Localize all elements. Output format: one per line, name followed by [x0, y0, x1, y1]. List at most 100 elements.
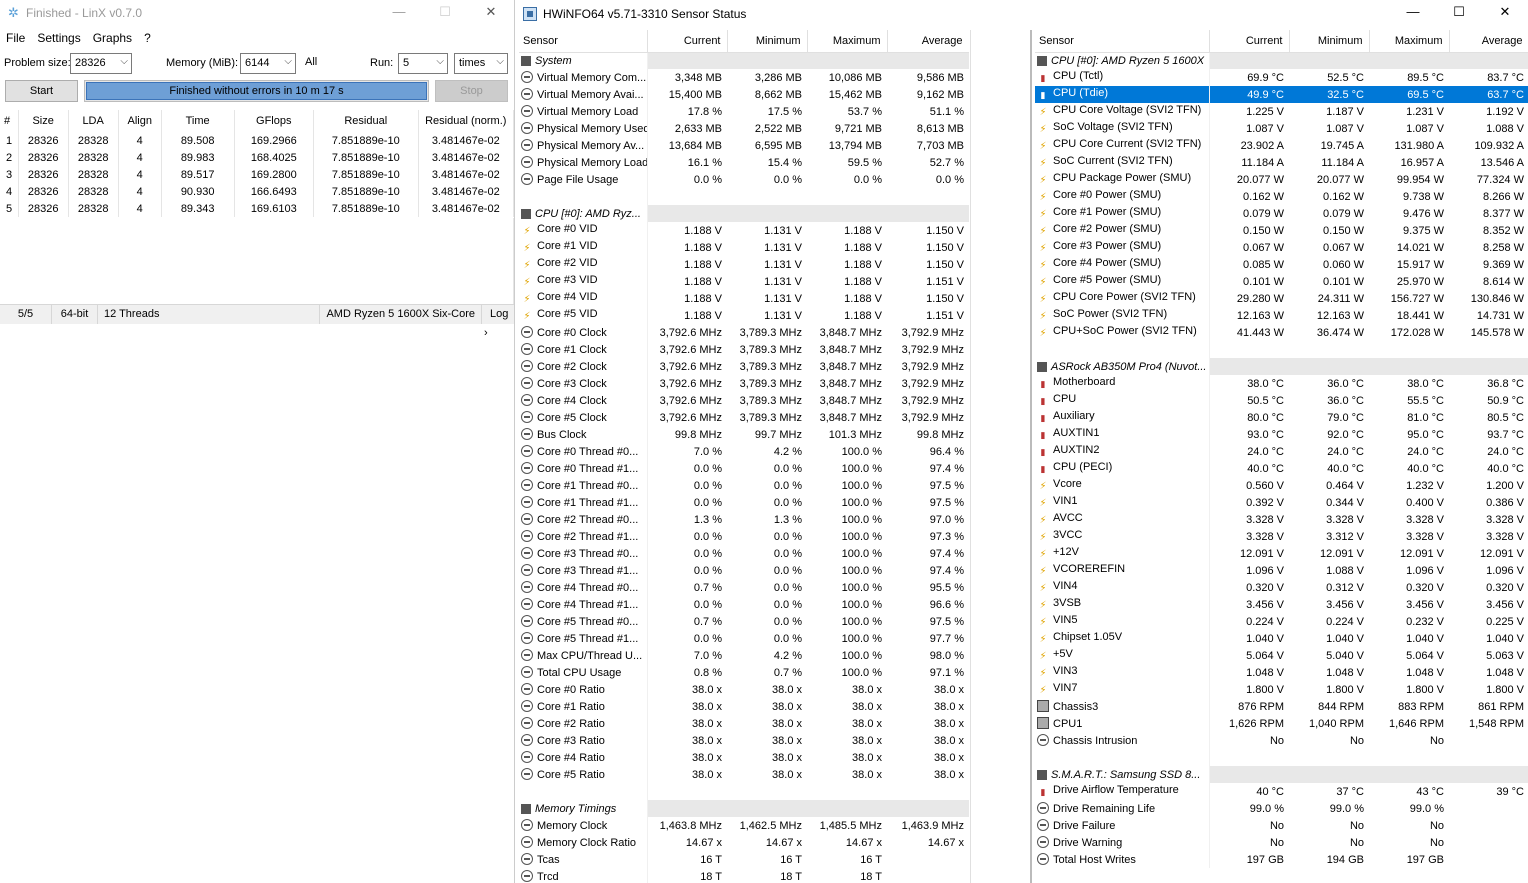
sensor-row[interactable]: Total CPU Usage 0.8 % 0.7 % 100.0 % 97.1 %: [519, 664, 969, 681]
sensor-row[interactable]: ⚡ VIN4 0.320 V 0.312 V 0.320 V 0.320 V: [1035, 579, 1528, 596]
sensor-group[interactable]: ASRock AB350M Pro4 (Nuvot...: [1035, 358, 1528, 375]
sensor-row[interactable]: Chassis3 876 RPM 844 RPM 883 RPM 861 RPM: [1035, 698, 1528, 715]
sensor-row[interactable]: Core #5 Thread #0... 0.7 % 0.0 % 100.0 % 97.…: [519, 613, 969, 630]
sensor-row[interactable]: Core #0 Thread #0... 7.0 % 4.2 % 100.0 % 96.…: [519, 443, 969, 460]
table-row[interactable]: 1 28326 28328 4 89.508 169.2966 7.851889e-10 3.…: [0, 132, 515, 149]
col-gflops[interactable]: GFlops: [234, 110, 315, 132]
sensor-row[interactable]: Trcd 18 T 18 T 18 T: [519, 868, 969, 883]
sensor-row[interactable]: Core #4 Thread #1... 0.0 % 0.0 % 100.0 % 96.…: [519, 596, 969, 613]
sensor-row[interactable]: Max CPU/Thread U... 7.0 % 4.2 % 100.0 % 98.0…: [519, 647, 969, 664]
sensor-row[interactable]: Core #1 Ratio 38.0 x 38.0 x 38.0 x 38.0 x: [519, 698, 969, 715]
sensor-group[interactable]: System: [519, 52, 969, 69]
run-combo[interactable]: 5 ⌵: [398, 53, 448, 74]
sensor-row[interactable]: ⚡ SoC Voltage (SVI2 TFN) 1.087 V 1.087 V 1.0…: [1035, 120, 1528, 137]
sensor-row[interactable]: ▮ Drive Airflow Temperature 40 °C 37 °C 43 °…: [1035, 783, 1528, 800]
sensor-row[interactable]: Core #3 Clock 3,792.6 MHz 3,789.3 MHz 3,848…: [519, 375, 969, 392]
sensor-row[interactable]: Bus Clock 99.8 MHz 99.7 MHz 101.3 MHz 99.8 M…: [519, 426, 969, 443]
menu-help[interactable]: ?: [144, 28, 151, 48]
sensor-row[interactable]: ▮ Motherboard 38.0 °C 36.0 °C 38.0 °C 36.8 °C: [1035, 375, 1528, 392]
menu-graphs[interactable]: Graphs: [93, 28, 132, 48]
sensor-row[interactable]: Drive Remaining Life 99.0 % 99.0 % 99.0 %: [1035, 800, 1528, 817]
sensor-row[interactable]: ▮ CPU (Tctl) 69.9 °C 52.5 °C 89.5 °C 83.7 °C: [1035, 69, 1528, 86]
col-sensor[interactable]: Sensor: [519, 30, 648, 53]
col-residual[interactable]: Residual: [313, 110, 419, 132]
sensor-row[interactable]: Core #2 Clock 3,792.6 MHz 3,789.3 MHz 3,848…: [519, 358, 969, 375]
sensor-row[interactable]: ▮ AUXTIN1 93.0 °C 92.0 °C 95.0 °C 93.7 °C: [1035, 426, 1528, 443]
sensor-row[interactable]: Core #5 Clock 3,792.6 MHz 3,789.3 MHz 3,848…: [519, 409, 969, 426]
memory-combo[interactable]: 6144 ⌵: [240, 53, 296, 74]
sensor-group[interactable]: S.M.A.R.T.: Samsung SSD 8...: [1035, 766, 1528, 783]
sensor-row[interactable]: Core #1 Thread #1... 0.0 % 0.0 % 100.0 % 97.…: [519, 494, 969, 511]
sensor-row[interactable]: Drive Warning No No No: [1035, 834, 1528, 851]
col-size[interactable]: Size: [18, 110, 69, 132]
sensor-row[interactable]: ⚡ AVCC 3.328 V 3.328 V 3.328 V 3.328 V: [1035, 511, 1528, 528]
sensor-row[interactable]: ⚡ SoC Power (SVI2 TFN) 12.163 W 12.163 W 18.…: [1035, 307, 1528, 324]
sensor-row[interactable]: ⚡ Vcore 0.560 V 0.464 V 1.232 V 1.200 V: [1035, 477, 1528, 494]
sensor-group[interactable]: CPU [#0]: AMD Ryzen 5 1600X: [1035, 52, 1528, 69]
minimize-icon[interactable]: —: [1390, 0, 1436, 26]
log-button[interactable]: Log ›: [482, 305, 516, 339]
sensor-row[interactable]: Core #2 Thread #0... 1.3 % 1.3 % 100.0 % 97.…: [519, 511, 969, 528]
sensor-row[interactable]: Physical Memory Load 16.1 % 15.4 % 59.5 % 52…: [519, 154, 969, 171]
sensor-row[interactable]: ⚡ CPU Package Power (SMU) 20.077 W 20.077 W…: [1035, 171, 1528, 188]
sensor-row[interactable]: Core #1 Thread #0... 0.0 % 0.0 % 100.0 % 97.…: [519, 477, 969, 494]
sensor-row[interactable]: ⚡ VIN7 1.800 V 1.800 V 1.800 V 1.800 V: [1035, 681, 1528, 698]
col-lda[interactable]: LDA: [68, 110, 119, 132]
col-align[interactable]: Align: [118, 110, 162, 132]
sensor-row[interactable]: ⚡ Core #0 Power (SMU) 0.162 W 0.162 W 9.738 …: [1035, 188, 1528, 205]
sensor-row[interactable]: ▮ CPU (Tdie) 49.9 °C 32.5 °C 69.5 °C 63.7 °C: [1035, 86, 1528, 103]
sensor-row[interactable]: ⚡ Core #3 Power (SMU) 0.067 W 0.067 W 14.021…: [1035, 239, 1528, 256]
sensor-row[interactable]: ⚡ Core #3 VID 1.188 V 1.131 V 1.188 V 1.151 V: [519, 273, 969, 290]
col-minimum[interactable]: Minimum: [1289, 30, 1370, 53]
sensor-row[interactable]: ⚡ VIN1 0.392 V 0.344 V 0.400 V 0.386 V: [1035, 494, 1528, 511]
col-current[interactable]: Current: [647, 30, 728, 53]
sensor-row[interactable]: Memory Clock 1,463.8 MHz 1,462.5 MHz 1,485.…: [519, 817, 969, 834]
sensor-row[interactable]: ⚡ +12V 12.091 V 12.091 V 12.091 V 12.091 V: [1035, 545, 1528, 562]
maximize-icon[interactable]: ☐: [1436, 0, 1482, 26]
sensor-row[interactable]: ⚡ Core #2 VID 1.188 V 1.131 V 1.188 V 1.150 V: [519, 256, 969, 273]
sensor-row[interactable]: Core #2 Thread #1... 0.0 % 0.0 % 100.0 % 97.…: [519, 528, 969, 545]
sensor-row[interactable]: ⚡ Core #5 VID 1.188 V 1.131 V 1.188 V 1.151 V: [519, 307, 969, 324]
sensor-row[interactable]: Core #4 Ratio 38.0 x 38.0 x 38.0 x 38.0 x: [519, 749, 969, 766]
sensor-row[interactable]: Virtual Memory Avai... 15,400 MB 8,662 MB 1…: [519, 86, 969, 103]
table-row[interactable]: 3 28326 28328 4 89.517 169.2800 7.851889e-10 3.…: [0, 166, 515, 183]
col-maximum[interactable]: Maximum: [807, 30, 888, 53]
close-icon[interactable]: ✕: [1482, 0, 1528, 26]
sensor-row[interactable]: ⚡ CPU Core Voltage (SVI2 TFN) 1.225 V 1.187…: [1035, 103, 1528, 120]
sensor-row[interactable]: Core #1 Clock 3,792.6 MHz 3,789.3 MHz 3,848…: [519, 341, 969, 358]
sensor-row[interactable]: Core #4 Thread #0... 0.7 % 0.0 % 100.0 % 95.…: [519, 579, 969, 596]
sensor-row[interactable]: ▮ CPU 50.5 °C 36.0 °C 55.5 °C 50.9 °C: [1035, 392, 1528, 409]
sensor-row[interactable]: Physical Memory Used 2,633 MB 2,522 MB 9,72…: [519, 120, 969, 137]
col-minimum[interactable]: Minimum: [727, 30, 808, 53]
sensor-row[interactable]: ⚡ Core #1 Power (SMU) 0.079 W 0.079 W 9.476 …: [1035, 205, 1528, 222]
sensor-row[interactable]: Core #3 Ratio 38.0 x 38.0 x 38.0 x 38.0 x: [519, 732, 969, 749]
problem-size-combo[interactable]: 28326 ⌵: [70, 53, 132, 74]
sensor-row[interactable]: Core #5 Thread #1... 0.0 % 0.0 % 100.0 % 97.…: [519, 630, 969, 647]
sensor-row[interactable]: ⚡ Core #4 Power (SMU) 0.085 W 0.060 W 15.917…: [1035, 256, 1528, 273]
sensor-row[interactable]: ▮ AUXTIN2 24.0 °C 24.0 °C 24.0 °C 24.0 °C: [1035, 443, 1528, 460]
sensor-row[interactable]: Core #4 Clock 3,792.6 MHz 3,789.3 MHz 3,848…: [519, 392, 969, 409]
sensor-row[interactable]: ⚡ 3VCC 3.328 V 3.312 V 3.328 V 3.328 V: [1035, 528, 1528, 545]
sensor-row[interactable]: ⚡ CPU Core Power (SVI2 TFN) 29.280 W 24.311…: [1035, 290, 1528, 307]
sensor-row[interactable]: Chassis Intrusion No No No: [1035, 732, 1528, 749]
col-time[interactable]: Time: [161, 110, 235, 132]
sensor-row[interactable]: ⚡ 3VSB 3.456 V 3.456 V 3.456 V 3.456 V: [1035, 596, 1528, 613]
sensor-group[interactable]: Memory Timings: [519, 800, 969, 817]
col-current[interactable]: Current: [1209, 30, 1290, 53]
sensor-row[interactable]: ⚡ VIN3 1.048 V 1.048 V 1.048 V 1.048 V: [1035, 664, 1528, 681]
sensor-pane-left[interactable]: Sensor Current Minimum Maximum Average S…: [519, 30, 969, 883]
sensor-pane-right[interactable]: Sensor Current Minimum Maximum Average C…: [1035, 30, 1528, 883]
sensor-row[interactable]: Physical Memory Av... 13,684 MB 6,595 MB 13…: [519, 137, 969, 154]
sensor-row[interactable]: Core #0 Thread #1... 0.0 % 0.0 % 100.0 % 97.…: [519, 460, 969, 477]
sensor-row[interactable]: Total Host Writes 197 GB 194 GB 197 GB: [1035, 851, 1528, 868]
sensor-row[interactable]: ⚡ Core #0 VID 1.188 V 1.131 V 1.188 V 1.150 V: [519, 222, 969, 239]
col-residual-norm[interactable]: Residual (norm.): [418, 110, 515, 132]
minimize-icon[interactable]: —: [376, 0, 422, 26]
sensor-row[interactable]: ⚡ VIN5 0.224 V 0.224 V 0.232 V 0.225 V: [1035, 613, 1528, 630]
stop-button[interactable]: Stop: [435, 80, 508, 102]
start-button[interactable]: Start: [5, 80, 78, 102]
sensor-row[interactable]: Core #0 Clock 3,792.6 MHz 3,789.3 MHz 3,848…: [519, 324, 969, 341]
col-average[interactable]: Average: [1449, 30, 1528, 53]
sensor-row[interactable]: ⚡ VCOREREFIN 1.096 V 1.088 V 1.096 V 1.096 V: [1035, 562, 1528, 579]
col-maximum[interactable]: Maximum: [1369, 30, 1450, 53]
